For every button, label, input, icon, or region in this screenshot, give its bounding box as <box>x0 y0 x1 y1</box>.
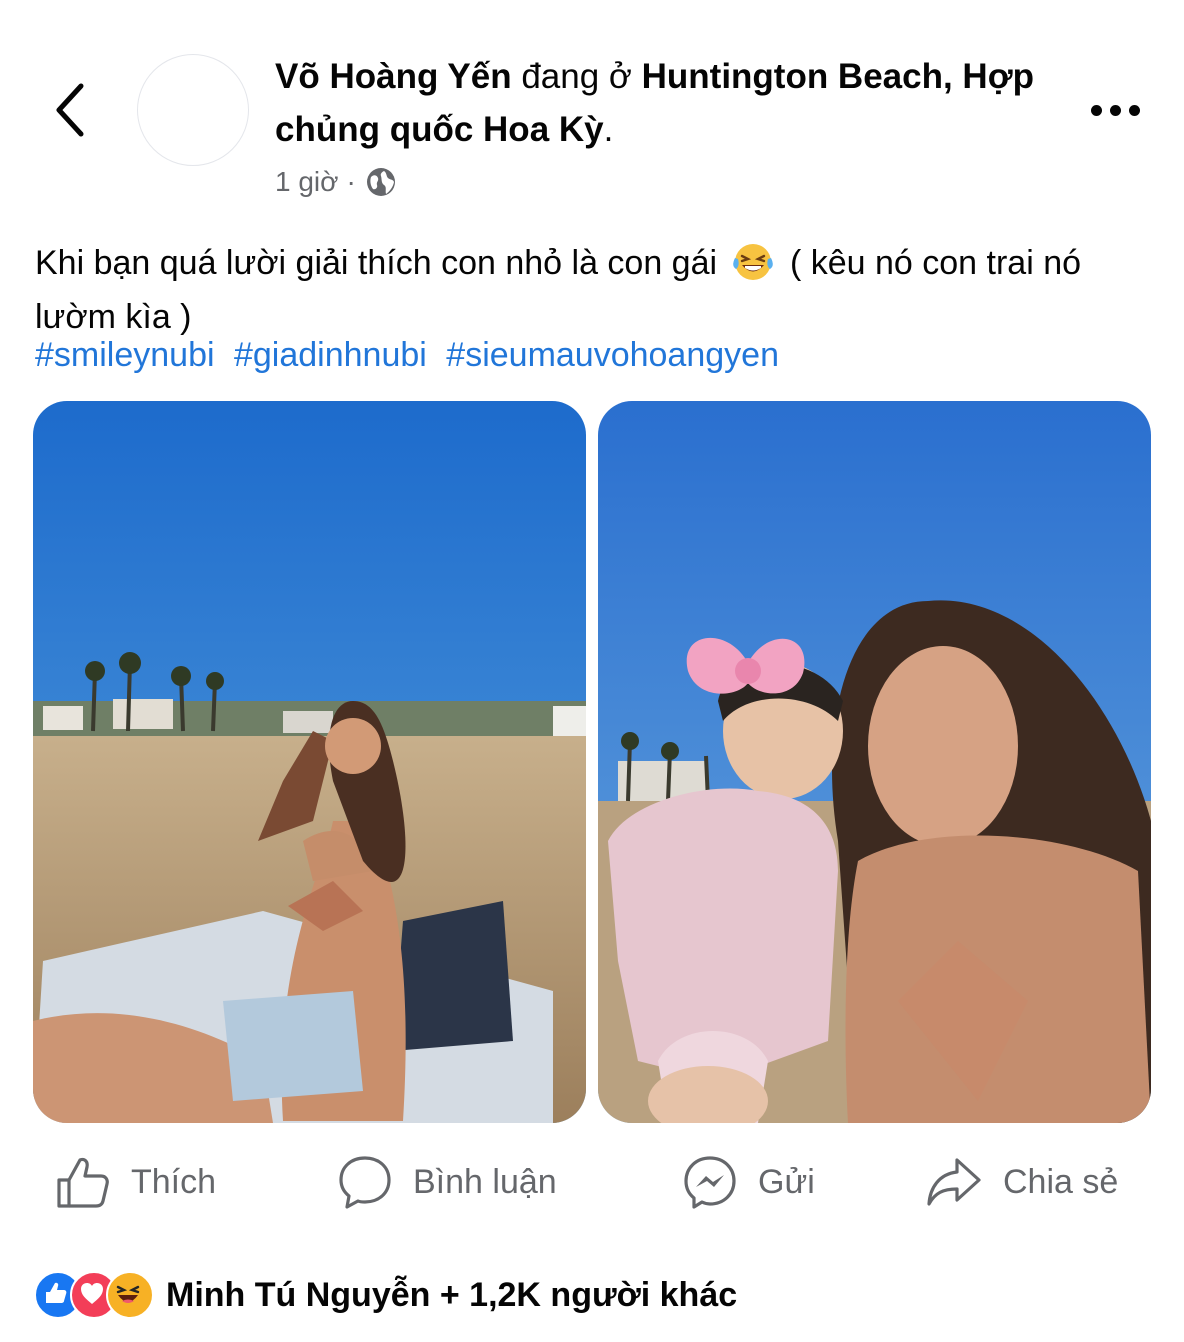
reactions-summary[interactable]: Minh Tú Nguyễn + 1,2K người khác <box>34 1268 737 1322</box>
caption-text: Khi bạn quá lười giải thích con nhỏ là c… <box>35 244 718 282</box>
photo-beach-woman <box>33 401 586 1123</box>
post-action-bar: Thích Bình luận Gửi Chia sẻ <box>0 1150 1184 1214</box>
comment-button[interactable]: Bình luận <box>337 1150 557 1214</box>
messenger-icon <box>684 1156 736 1209</box>
send-button[interactable]: Gửi <box>682 1150 815 1214</box>
like-button[interactable]: Thích <box>55 1150 216 1214</box>
hashtag-link[interactable]: #smileynubi <box>35 336 215 374</box>
haha-icon <box>106 1271 154 1319</box>
post-meta: 1 giờ · <box>275 166 1035 198</box>
more-dot <box>1090 104 1102 116</box>
post-caption: Khi bạn quá lười giải thích con nhỏ là c… <box>35 240 1155 340</box>
chevron-left-icon <box>56 83 84 137</box>
thumbs-up-icon <box>57 1157 109 1208</box>
reaction-icons <box>34 1271 154 1319</box>
post-title: Võ Hoàng Yến đang ở Huntington Beach, Hợ… <box>275 50 1035 156</box>
hashtag-list: #smileynubi #giadinhnubi #sieumauvohoang… <box>35 332 789 378</box>
post-time[interactable]: 1 giờ <box>275 166 339 198</box>
hashtag-link[interactable]: #sieumauvohoangyen <box>446 336 779 374</box>
more-options-button[interactable] <box>1080 90 1150 130</box>
share-label: Chia sẻ <box>1003 1162 1119 1201</box>
back-button[interactable] <box>40 78 100 142</box>
send-label: Gửi <box>758 1162 815 1201</box>
photo-beach-woman-baby <box>598 401 1151 1123</box>
share-arrow-icon <box>927 1158 981 1206</box>
share-button[interactable]: Chia sẻ <box>925 1150 1118 1214</box>
more-dot <box>1109 104 1121 116</box>
post-photo-2[interactable] <box>598 401 1151 1123</box>
meta-separator: · <box>346 166 356 197</box>
like-label: Thích <box>131 1162 217 1201</box>
globe-icon <box>366 168 395 196</box>
location-period: . <box>603 110 614 149</box>
hashtag-link[interactable]: #giadinhnubi <box>234 336 427 374</box>
comment-label: Bình luận <box>413 1162 557 1201</box>
more-dot <box>1128 104 1140 116</box>
avatar[interactable] <box>137 54 249 166</box>
status-text: đang ở <box>521 57 632 96</box>
author-name[interactable]: Võ Hoàng Yến <box>275 57 512 96</box>
post-photo-1[interactable] <box>33 401 586 1123</box>
laughing-tears-emoji-icon <box>731 242 775 294</box>
post-header: Võ Hoàng Yến đang ở Huntington Beach, Hợ… <box>275 50 1035 198</box>
reaction-text[interactable]: Minh Tú Nguyễn + 1,2K người khác <box>166 1276 737 1315</box>
comment-bubble-icon <box>339 1156 391 1209</box>
